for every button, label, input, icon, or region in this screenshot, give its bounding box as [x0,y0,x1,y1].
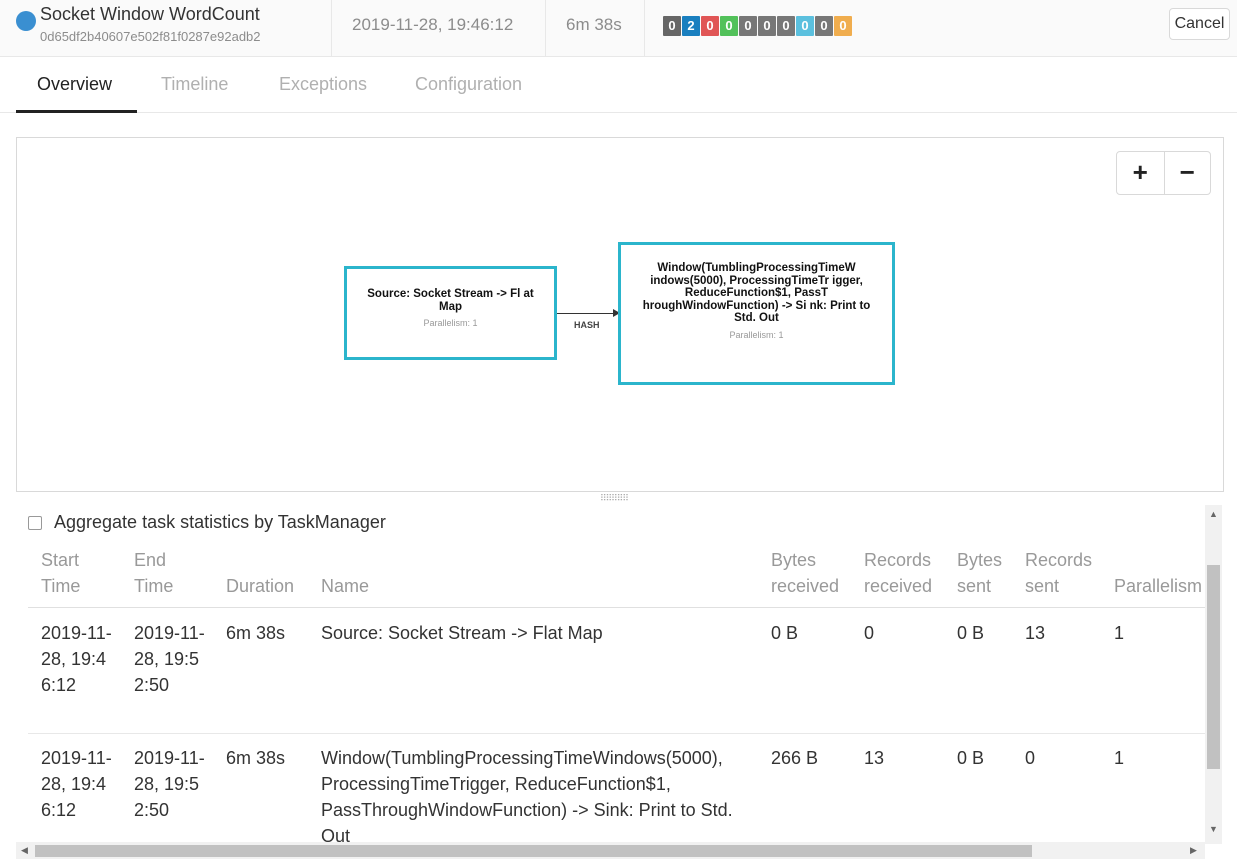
panel-resize-handle-icon[interactable]: ⠿⠿⠿⠿⠿ [600,494,640,503]
row-parallelism: 1 [1114,623,1125,643]
status-badge-initializing: 0 [834,16,852,36]
status-badge-deploying: 0 [796,16,814,36]
job-start-time: 2019-11-28, 19:46:12 [331,0,545,56]
row-records-sent: 0 [1025,748,1036,768]
row-name[interactable]: Window(TumblingProcessingTimeWindows(500… [321,745,756,849]
graph-node-parallelism: Parallelism: 1 [729,329,784,340]
row-parallelism: 1 [1114,748,1125,768]
table-header-divider [28,607,1208,608]
column-header-duration[interactable]: Duration [226,573,294,599]
row-start-time: 2019-11-28, 19:46:12 [41,748,112,820]
scroll-down-arrow-icon[interactable]: ▼ [1209,824,1218,834]
column-header-parallelism[interactable]: Parallelism [1114,573,1208,599]
table-row-divider [28,733,1208,734]
aggregate-checkbox[interactable] [28,515,42,530]
status-badge-created: 0 [663,16,681,36]
column-header-name[interactable]: Name [321,573,369,599]
column-header-start-time[interactable]: Start Time [41,547,101,599]
job-duration: 6m 38s [545,0,644,56]
graph-node-parallelism: Parallelism: 1 [423,318,478,328]
column-header-bytes-received[interactable]: Bytes received [771,547,851,599]
row-duration: 6m 38s [226,748,286,768]
tab-overview[interactable]: Overview [37,74,112,95]
column-header-records-sent[interactable]: Records sent [1025,547,1105,599]
job-tabs: Overview Timeline Exceptions Configurati… [0,57,1237,113]
column-header-bytes-sent[interactable]: Bytes sent [957,547,1017,599]
horizontal-scrollbar[interactable]: ◀ ▶ [16,842,1205,859]
job-graph-canvas[interactable]: + − Source: Socket Stream -> Fl at Map P… [16,137,1224,492]
status-badge-failed: 0 [701,16,719,36]
graph-edge-line [557,313,618,314]
job-header: Socket Window WordCount 0d65df2b40607e50… [0,0,1237,57]
row-duration: 6m 38s [226,623,286,643]
row-end-time: 2019-11-28, 19:52:50 [134,623,205,695]
job-name: Socket Window WordCount [40,4,260,24]
scroll-right-arrow-icon[interactable]: ▶ [1190,845,1197,856]
graph-node-source[interactable]: Source: Socket Stream -> Fl at Map Paral… [344,266,557,360]
status-badge-canceling: 0 [739,16,757,36]
row-bytes-received: 0 B [771,623,799,643]
column-header-end-time[interactable]: End Time [134,547,194,599]
graph-node-title: Source: Socket Stream -> Fl at Map [367,288,534,313]
row-bytes-sent: 0 B [957,623,985,643]
status-badge-finished: 0 [720,16,738,36]
graph-edge-label: HASH [574,320,600,330]
active-tab-indicator [16,110,137,113]
column-header-records-received[interactable]: Records received [864,547,944,599]
aggregate-label: Aggregate task statistics by TaskManager [54,512,386,532]
row-bytes-received: 266 B [771,748,819,768]
tab-exceptions[interactable]: Exceptions [279,74,367,95]
vertical-scrollbar[interactable]: ▲ ▼ [1205,505,1222,844]
horizontal-scroll-thumb[interactable] [35,845,1032,857]
status-badge-scheduled: 0 [815,16,833,36]
row-start-time: 2019-11-28, 19:46:12 [41,623,112,695]
row-records-sent: 13 [1025,623,1046,643]
status-badge-running: 2 [682,16,700,36]
job-id: 0d65df2b40607e502f81f0287e92adb2 [40,29,261,44]
graph-node-title: Window(TumblingProcessingTimeW indows(50… [642,262,871,324]
tab-timeline[interactable]: Timeline [161,74,228,95]
cancel-job-button[interactable]: Cancel [1169,8,1230,40]
scroll-left-arrow-icon[interactable]: ◀ [21,845,28,856]
status-badge-canceled: 0 [758,16,776,36]
task-status-badges: 0 2 0 0 0 0 0 0 0 0 [663,16,852,36]
row-name[interactable]: Source: Socket Stream -> Flat Map [321,620,603,646]
job-status-dot-icon [16,11,36,31]
row-bytes-sent: 0 B [957,748,985,768]
scroll-up-arrow-icon[interactable]: ▲ [1209,509,1218,519]
aggregate-toggle[interactable]: Aggregate task statistics by TaskManager [28,512,386,533]
zoom-out-button[interactable]: − [1163,152,1211,194]
row-end-time: 2019-11-28, 19:52:50 [134,748,205,820]
vertex-table-panel: Aggregate task statistics by TaskManager… [16,505,1224,859]
graph-node-window-sink[interactable]: Window(TumblingProcessingTimeW indows(50… [618,242,895,385]
zoom-controls: + − [1116,151,1211,195]
row-records-received: 13 [864,748,885,768]
tab-configuration[interactable]: Configuration [415,74,522,95]
row-records-received: 0 [864,623,875,643]
zoom-in-button[interactable]: + [1117,152,1164,194]
status-badge-reconciling: 0 [777,16,795,36]
vertical-scroll-thumb[interactable] [1207,565,1220,769]
